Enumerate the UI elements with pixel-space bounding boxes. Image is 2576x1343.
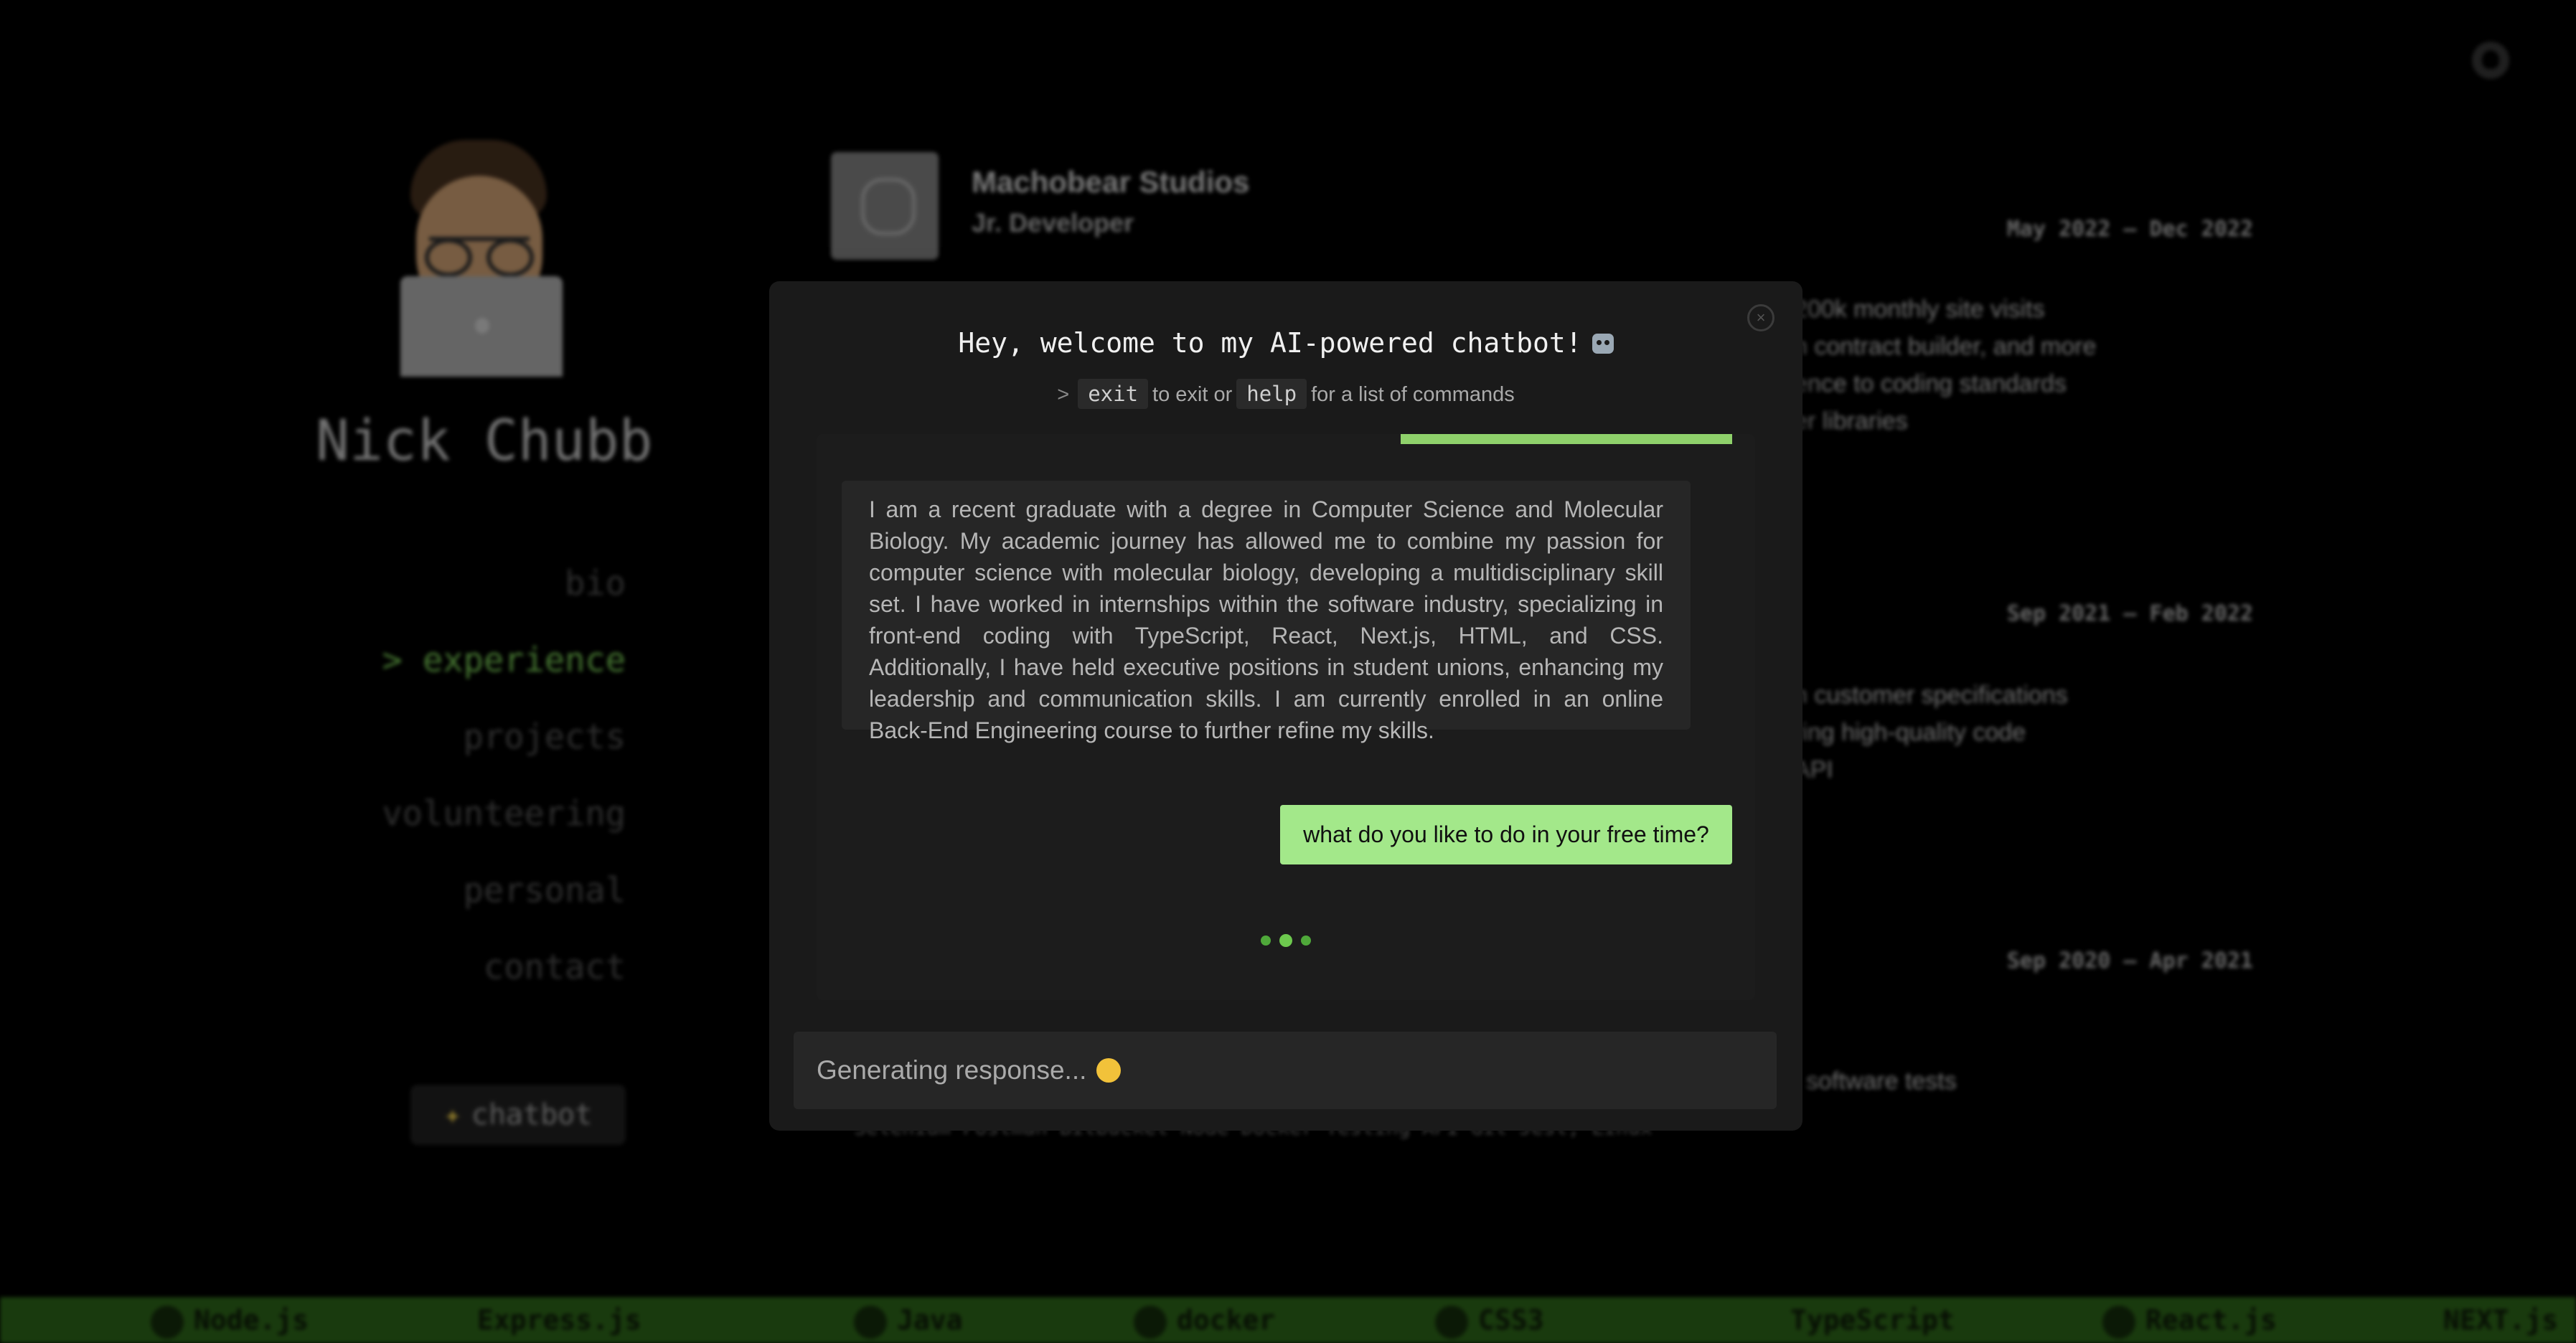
company-name: Machobear Studios bbox=[972, 165, 1250, 199]
job-bullet: ring high-quality code bbox=[1794, 719, 2026, 746]
company-logo bbox=[831, 152, 939, 260]
react-icon bbox=[2102, 1305, 2135, 1339]
nav-item-volunteering[interactable]: volunteering bbox=[337, 794, 626, 871]
ticker-item: NEXT.js bbox=[2443, 1304, 2559, 1336]
profile-name: Nick Chubb bbox=[316, 409, 653, 473]
chatbot-title: Hey, welcome to my AI-powered chatbot! bbox=[769, 327, 1802, 359]
job-bullet: n contract builder, and more bbox=[1794, 333, 2097, 360]
chatbot-button-label: chatbot bbox=[471, 1098, 593, 1131]
typing-indicator bbox=[1261, 934, 1320, 950]
job-date: Sep 2020 – Apr 2021 bbox=[2006, 948, 2253, 974]
ticker-item: CSS3 bbox=[1435, 1297, 1544, 1343]
ticker-item: docker bbox=[1134, 1297, 1275, 1343]
sparkles-icon: ✦ bbox=[443, 1098, 461, 1131]
help-command: help bbox=[1236, 379, 1307, 409]
job-bullet: 200k monthly site visits bbox=[1794, 296, 2045, 323]
nav-item-bio[interactable]: bio bbox=[337, 564, 626, 641]
thinking-emoji-icon bbox=[1096, 1058, 1122, 1083]
github-icon[interactable] bbox=[2472, 42, 2509, 79]
java-icon bbox=[854, 1305, 887, 1339]
nodejs-icon bbox=[151, 1305, 184, 1339]
side-nav: bio experience projects volunteering per… bbox=[337, 564, 626, 1024]
robot-emoji-icon bbox=[1592, 334, 1614, 354]
job-role: Jr. Developer bbox=[972, 208, 1134, 237]
job-bullet: h customer specifications bbox=[1794, 682, 2068, 709]
job-bullet: l software tests bbox=[1794, 1068, 1957, 1095]
ticker-item: Node.js bbox=[151, 1297, 309, 1343]
ticker-item: TypeScript bbox=[1790, 1304, 1955, 1336]
input-status: Generating response... bbox=[817, 1055, 1087, 1085]
nav-item-personal[interactable]: personal bbox=[337, 871, 626, 948]
docker-icon bbox=[1134, 1305, 1167, 1339]
ticker-item: React.js bbox=[2102, 1297, 2277, 1343]
nav-item-projects[interactable]: projects bbox=[337, 717, 626, 794]
chatbot-modal: × Hey, welcome to my AI-powered chatbot!… bbox=[769, 281, 1802, 1131]
css3-icon bbox=[1435, 1305, 1468, 1339]
chatbot-hint: > exit to exit or help for a list of command… bbox=[769, 379, 1802, 409]
avatar bbox=[395, 136, 567, 384]
ticker-item: Java bbox=[854, 1297, 963, 1343]
chat-input[interactable]: Generating response... bbox=[794, 1032, 1777, 1109]
nav-item-contact[interactable]: contact bbox=[337, 948, 626, 1024]
tech-ticker: Node.js Express.js Java docker CSS3 Type… bbox=[0, 1297, 2576, 1343]
nav-item-experience[interactable]: experience bbox=[337, 641, 626, 717]
job-date: May 2022 – Dec 2022 bbox=[2006, 217, 2253, 242]
user-message: what do you like to do in your free time… bbox=[1280, 805, 1732, 864]
chat-history[interactable]: I am a recent graduate with a degree in … bbox=[817, 434, 1755, 1000]
chatbot-button[interactable]: ✦ chatbot bbox=[410, 1085, 626, 1145]
exit-command: exit bbox=[1078, 379, 1149, 409]
job-bullet: er libraries bbox=[1794, 407, 1908, 435]
job-bullet: ence to coding standards bbox=[1794, 370, 2067, 397]
ticker-item: Express.js bbox=[477, 1304, 641, 1336]
bot-message: I am a recent graduate with a degree in … bbox=[842, 481, 1691, 743]
previous-user-message bbox=[1401, 434, 1732, 444]
job-date: Sep 2021 – Feb 2022 bbox=[2006, 601, 2253, 626]
